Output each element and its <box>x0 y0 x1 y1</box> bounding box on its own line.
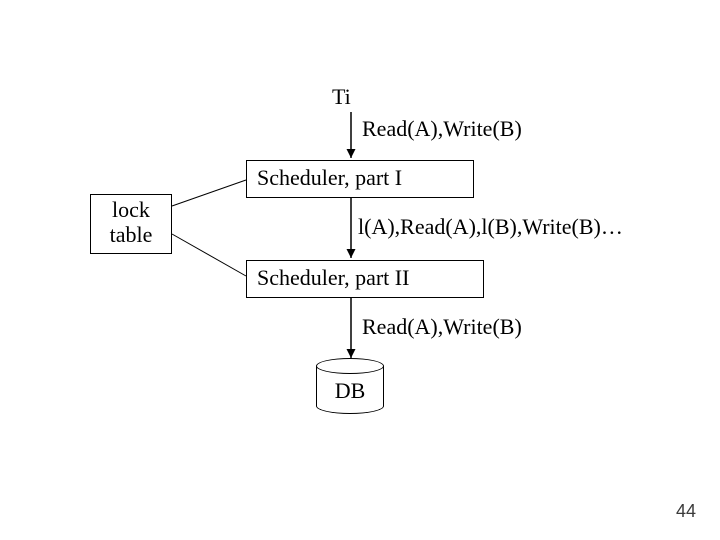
diagram-stage: Ti Read(A),Write(B) Scheduler, part I l(… <box>0 0 720 540</box>
bottom-ops-label: Read(A),Write(B) <box>362 314 522 340</box>
db-label: DB <box>316 378 384 404</box>
slide-number: 44 <box>676 501 696 522</box>
scheduler-2-label: Scheduler, part II <box>257 265 409 290</box>
scheduler-1-label: Scheduler, part I <box>257 165 402 190</box>
scheduler-2-box: Scheduler, part II <box>246 260 484 298</box>
transaction-label: Ti <box>332 84 351 110</box>
scheduler-1-box: Scheduler, part I <box>246 160 474 198</box>
db-cylinder: DB <box>316 358 384 414</box>
top-ops-label: Read(A),Write(B) <box>362 116 522 142</box>
mid-ops-label: l(A),Read(A),l(B),Write(B)… <box>358 214 623 240</box>
lock-table-label: lock table <box>110 197 153 247</box>
lock-table-box: lock table <box>90 194 172 254</box>
